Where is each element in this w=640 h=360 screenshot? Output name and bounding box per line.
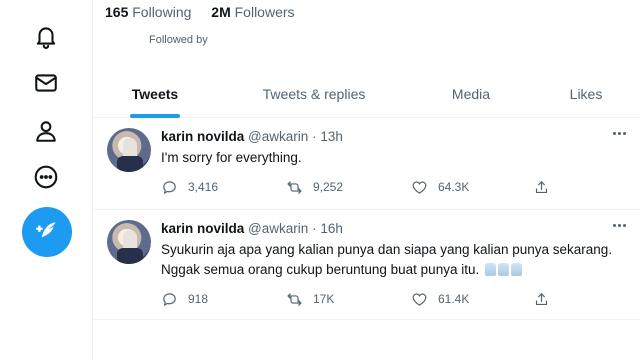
tweet-header: karin novilda @awkarin · 16h [161,221,343,236]
heart-icon [412,293,427,306]
retweet-icon [287,180,302,194]
following-label: Following [132,4,192,20]
separator-dot: · [312,221,317,236]
share-button[interactable] [533,289,550,309]
tab-tweets-replies[interactable]: Tweets & replies [217,70,411,118]
person-icon [36,121,56,142]
reply-count: 918 [188,292,209,306]
tweet-header: karin novilda @awkarin · 13h [161,129,343,144]
following-count: 165 [105,4,129,20]
tweet-text: I'm sorry for everything. [161,150,302,165]
envelope-icon [35,74,57,92]
profile-tabs: Tweets Tweets & replies Media Likes [93,70,640,118]
reply-icon [163,292,176,306]
retweet-count: 17K [313,292,335,306]
share-icon [535,180,548,193]
avatar[interactable] [107,220,151,264]
tab-label: Likes [569,86,603,102]
like-button[interactable]: 61.4K [411,289,469,309]
praying-hands-emoji [485,263,496,276]
avatar-detail [117,248,143,264]
like-button[interactable]: 64.3K [411,177,469,197]
like-count: 64.3K [438,180,470,194]
author-handle[interactable]: @awkarin [248,221,308,236]
avatar-detail [117,156,143,172]
ellipsis-icon [622,223,626,227]
avatar[interactable] [107,128,151,172]
tab-tweets[interactable]: Tweets [93,70,217,118]
retweet-icon [287,292,302,306]
followers-link[interactable]: 2M Followers [211,4,294,20]
reply-count: 3,416 [188,180,219,194]
reply-icon [163,180,176,194]
retweet-button[interactable]: 9,252 [286,177,343,197]
followers-label: Followers [234,4,295,20]
more-button[interactable] [26,157,66,197]
tweet-actions: 918 17K 61.4K [161,289,561,309]
tweet-more-button[interactable] [609,216,629,234]
ellipsis-icon [612,131,616,135]
tab-label: Tweets [131,86,179,102]
tab-label: Media [451,86,491,102]
more-circle-icon [34,165,58,189]
tab-likes[interactable]: Likes [531,70,640,118]
retweet-button[interactable]: 17K [286,289,334,309]
compose-tweet-button[interactable] [22,207,72,257]
compose-icon [36,222,56,238]
tweet-time[interactable]: 16h [320,221,343,236]
praying-hands-emoji [511,263,522,276]
tweet[interactable]: karin novilda @awkarin · 16h Syukurin aj… [93,210,640,320]
bell-icon [36,27,56,49]
left-nav [0,0,92,360]
tweet-text-line: Syukurin aja apa yang kalian punya dan s… [161,242,613,257]
separator-dot: · [312,129,317,144]
messages-button[interactable] [26,63,66,103]
following-link[interactable]: 165 Following [105,4,191,20]
reply-button[interactable]: 3,416 [161,177,218,197]
tweet-actions: 3,416 9,252 64.3K [161,177,561,197]
tweet-text-line: Nggak semua orang cukup beruntung buat p… [161,260,631,280]
retweet-count: 9,252 [313,180,344,194]
profile-button[interactable] [26,111,66,151]
profile-page: 165 Following 2M Followers Followed by T… [0,0,640,360]
author-handle[interactable]: @awkarin [248,129,308,144]
follow-stats: 165 Following 2M Followers [105,4,311,20]
share-button[interactable] [533,177,550,197]
tweet-text: Syukurin aja apa yang kalian punya dan s… [161,240,631,280]
tweet-time[interactable]: 13h [320,129,343,144]
ellipsis-icon [617,131,621,135]
like-count: 61.4K [438,292,470,306]
share-icon [535,292,548,305]
author-name[interactable]: karin novilda [161,129,244,144]
followers-count: 2M [211,4,231,20]
praying-hands-emoji [498,263,509,276]
author-name[interactable]: karin novilda [161,221,244,236]
main-column: 165 Following 2M Followers Followed by T… [92,0,640,360]
ellipsis-icon [612,223,616,227]
ellipsis-icon [622,131,626,135]
reply-button[interactable]: 918 [161,289,208,309]
tab-media[interactable]: Media [411,70,531,118]
tweet[interactable]: karin novilda @awkarin · 13h I'm sorry f… [93,118,640,210]
notifications-button[interactable] [26,16,66,56]
heart-icon [412,181,427,194]
tweet-more-button[interactable] [609,124,629,142]
ellipsis-icon [617,223,621,227]
followed-by[interactable]: Followed by [149,34,208,46]
tab-label: Tweets & replies [262,86,366,102]
